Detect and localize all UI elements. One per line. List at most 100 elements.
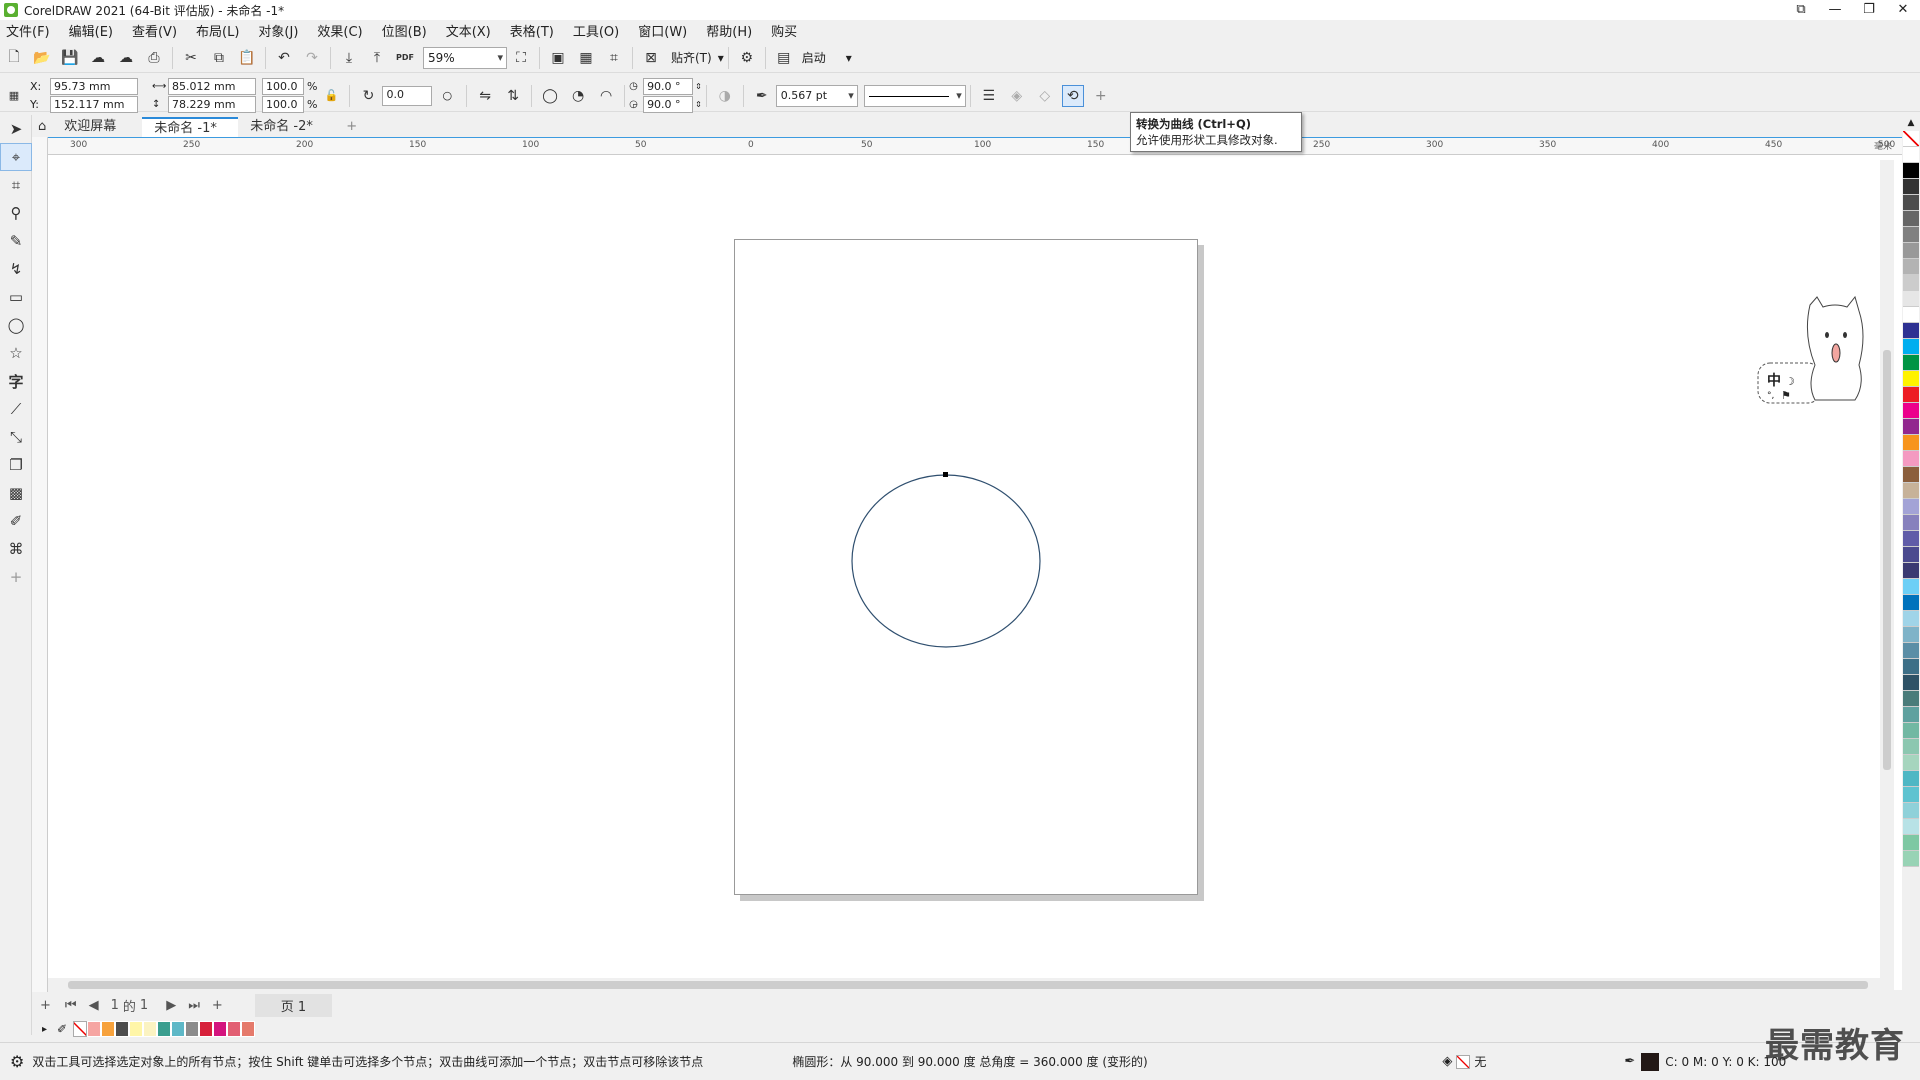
lock-ratio-icon[interactable]: 🔓 bbox=[320, 85, 342, 107]
color-swatch[interactable] bbox=[1903, 515, 1919, 531]
doc-color-swatch[interactable] bbox=[129, 1021, 144, 1037]
horizontal-scroll-thumb[interactable] bbox=[68, 981, 1868, 989]
snap-icon[interactable]: ⊠ bbox=[640, 47, 662, 69]
ellipse-tool-icon[interactable]: ◯ bbox=[0, 311, 32, 339]
text-wrap-icon[interactable]: ☰ bbox=[978, 85, 1000, 107]
export-icon[interactable]: ⤒ bbox=[366, 47, 388, 69]
zoom-level-dropdown[interactable]: 59% bbox=[423, 46, 507, 69]
color-swatch[interactable] bbox=[1903, 707, 1919, 723]
color-swatch[interactable] bbox=[1903, 739, 1919, 755]
color-swatch[interactable] bbox=[1903, 243, 1919, 259]
color-swatch[interactable] bbox=[1903, 435, 1919, 451]
cloud-upload-icon[interactable]: ☁ bbox=[115, 47, 137, 69]
pie-icon[interactable]: ◔ bbox=[567, 85, 589, 107]
menu-table[interactable]: 表格(T) bbox=[510, 21, 554, 40]
scale-x-field[interactable]: 100.0 bbox=[262, 78, 304, 95]
color-swatch[interactable] bbox=[1903, 691, 1919, 707]
color-swatch[interactable] bbox=[1903, 659, 1919, 675]
color-swatch[interactable] bbox=[1903, 467, 1919, 483]
polygon-tool-icon[interactable]: ☆ bbox=[0, 339, 32, 367]
outline-color-swatch[interactable] bbox=[1641, 1052, 1660, 1071]
connector-tool-icon[interactable]: ⤡ bbox=[0, 423, 32, 451]
color-swatch[interactable] bbox=[1903, 547, 1919, 563]
color-swatch[interactable] bbox=[1903, 275, 1919, 291]
minimize-button[interactable]: — bbox=[1818, 0, 1852, 20]
color-swatch[interactable] bbox=[1903, 803, 1919, 819]
color-swatch[interactable] bbox=[1903, 227, 1919, 243]
horizontal-ruler[interactable]: 3002502001501005005010015020025030035040… bbox=[46, 137, 1902, 155]
doc-color-swatch[interactable] bbox=[87, 1021, 102, 1037]
show-guidelines-icon[interactable]: ⌗ bbox=[603, 47, 625, 69]
menu-effects[interactable]: 效果(C) bbox=[317, 21, 362, 40]
interactive-fill-tool-icon[interactable]: ⌘ bbox=[0, 535, 32, 563]
color-swatch[interactable] bbox=[1903, 643, 1919, 659]
menu-help[interactable]: 帮助(H) bbox=[706, 21, 752, 40]
close-button[interactable]: ✕ bbox=[1886, 0, 1920, 20]
color-swatch[interactable] bbox=[1903, 195, 1919, 211]
color-swatch[interactable] bbox=[1903, 483, 1919, 499]
ellipse-icon[interactable]: ◯ bbox=[539, 85, 561, 107]
arc-icon[interactable]: ◠ bbox=[595, 85, 617, 107]
restore-icon[interactable]: ⧉ bbox=[1784, 0, 1818, 20]
horizontal-scrollbar[interactable] bbox=[48, 978, 1880, 992]
ellipse-shape[interactable] bbox=[846, 470, 1046, 654]
color-swatch[interactable] bbox=[1903, 403, 1919, 419]
add-tool-icon[interactable]: + bbox=[0, 563, 32, 591]
zoom-tool-icon[interactable]: ⚲ bbox=[0, 199, 32, 227]
drop-shadow-tool-icon[interactable]: ❐ bbox=[0, 451, 32, 479]
print-icon[interactable]: ⎙ bbox=[143, 47, 165, 69]
rotation-angle-field[interactable]: 0.0 bbox=[382, 85, 433, 106]
eyedropper-tool-icon[interactable]: ✐ bbox=[0, 507, 32, 535]
outline-width-dropdown[interactable]: 0.567 pt bbox=[775, 84, 858, 107]
text-tool-icon[interactable]: 字 bbox=[0, 367, 32, 395]
full-screen-preview-icon[interactable]: ▣ bbox=[547, 47, 569, 69]
options-gear-icon[interactable]: ⚙ bbox=[736, 47, 758, 69]
width-field[interactable]: 85.012 mm bbox=[168, 78, 256, 95]
start-angle-field[interactable]: 90.0 ° bbox=[643, 78, 694, 95]
convert-to-curves-icon[interactable]: ⟲ bbox=[1061, 84, 1084, 107]
color-swatch[interactable] bbox=[1903, 323, 1919, 339]
no-color-swatch[interactable] bbox=[1903, 131, 1919, 147]
mirror-horizontal-icon[interactable]: ⇋ bbox=[474, 85, 496, 107]
redo-icon[interactable]: ↷ bbox=[301, 47, 323, 69]
doc-color-swatch[interactable] bbox=[213, 1021, 228, 1037]
color-swatch[interactable] bbox=[1903, 419, 1919, 435]
transparency-tool-icon[interactable]: ▩ bbox=[0, 479, 32, 507]
color-swatch[interactable] bbox=[1903, 163, 1919, 179]
line-style-dropdown[interactable] bbox=[863, 84, 966, 107]
doc-palette-expand-icon[interactable]: ▸ bbox=[42, 1024, 47, 1035]
color-swatch[interactable] bbox=[1903, 595, 1919, 611]
prev-page-icon[interactable]: ◀ bbox=[89, 998, 99, 1013]
doc-color-swatch[interactable] bbox=[143, 1021, 158, 1037]
add-page-before-icon[interactable]: + bbox=[40, 998, 51, 1013]
color-swatch[interactable] bbox=[1903, 259, 1919, 275]
color-swatch[interactable] bbox=[1903, 611, 1919, 627]
rectangle-tool-icon[interactable]: ▭ bbox=[0, 283, 32, 311]
scale-y-field[interactable]: 100.0 bbox=[262, 96, 304, 113]
color-swatch[interactable] bbox=[1903, 307, 1919, 323]
home-icon[interactable]: ⌂ bbox=[32, 117, 52, 137]
doc-color-swatch[interactable] bbox=[115, 1021, 130, 1037]
color-swatch[interactable] bbox=[1903, 499, 1919, 515]
x-position-field[interactable]: 95.73 mm bbox=[50, 78, 138, 95]
vertical-ruler[interactable] bbox=[32, 137, 48, 992]
menu-tools[interactable]: 工具(O) bbox=[573, 21, 619, 40]
menu-text[interactable]: 文本(X) bbox=[446, 21, 491, 40]
menu-bitmaps[interactable]: 位图(B) bbox=[382, 21, 427, 40]
status-settings-icon[interactable]: ⚙ bbox=[10, 1052, 24, 1071]
color-swatch[interactable] bbox=[1903, 771, 1919, 787]
cut-icon[interactable]: ✂ bbox=[180, 47, 202, 69]
undo-icon[interactable]: ↶ bbox=[273, 47, 295, 69]
add-page-after-icon[interactable]: + bbox=[212, 998, 223, 1013]
paste-icon[interactable]: 📋 bbox=[236, 47, 258, 69]
color-swatch[interactable] bbox=[1903, 531, 1919, 547]
tab-untitled-1[interactable]: 未命名 -1* bbox=[142, 117, 239, 137]
copy-icon[interactable]: ⧉ bbox=[208, 47, 230, 69]
menu-object[interactable]: 对象(J) bbox=[258, 21, 298, 40]
vertical-scroll-thumb[interactable] bbox=[1883, 350, 1891, 770]
color-swatch[interactable] bbox=[1903, 627, 1919, 643]
color-swatch[interactable] bbox=[1903, 387, 1919, 403]
height-field[interactable]: 78.229 mm bbox=[168, 96, 256, 113]
new-tab-icon[interactable]: + bbox=[334, 117, 369, 137]
object-origin-icon[interactable]: ▦ bbox=[3, 85, 25, 107]
